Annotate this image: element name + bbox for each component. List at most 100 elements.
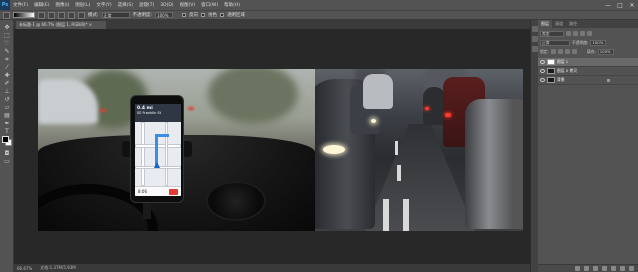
adjustment-filter-icon[interactable] xyxy=(573,31,578,36)
air-vent-shape xyxy=(206,181,266,221)
type-tool-icon[interactable]: T xyxy=(3,128,11,135)
menu-layer[interactable]: 图层(L) xyxy=(72,2,93,8)
brush-tool-icon[interactable]: ✐ xyxy=(3,80,11,87)
delete-layer-icon[interactable] xyxy=(629,266,634,271)
options-bar: 模式: 正常 不透明度: 100% 反向 仿色 透明区域 xyxy=(0,10,638,20)
diamond-gradient-icon[interactable] xyxy=(78,11,85,19)
lock-icon xyxy=(606,78,610,82)
opacity-input[interactable]: 100% xyxy=(155,12,174,18)
layer-kind-filter[interactable]: 类型 xyxy=(540,30,564,37)
layer-row[interactable]: 背景 xyxy=(538,76,638,85)
type-filter-icon[interactable] xyxy=(580,31,585,36)
menu-edit[interactable]: 编辑(E) xyxy=(31,2,52,8)
smartphone: 0.4 mi SE Franklin St 8:06 xyxy=(130,95,184,203)
layer-thumbnail xyxy=(547,77,555,83)
crop-tool-icon[interactable]: ⌗ xyxy=(3,56,11,63)
panel-icon-strip xyxy=(530,20,538,272)
dither-checkbox[interactable] xyxy=(201,13,206,17)
quick-mask-icon[interactable]: ◘ xyxy=(3,150,11,157)
history-brush-tool-icon[interactable]: ↺ xyxy=(3,96,11,103)
reverse-label: 反向 xyxy=(189,13,199,18)
layer-row[interactable]: 图层 1 xyxy=(538,58,638,67)
document-info: 文档:1.37M/5.93M xyxy=(40,265,76,270)
document-canvas[interactable]: 0.4 mi SE Franklin St 8:06 xyxy=(38,69,523,231)
minimize-icon[interactable]: — xyxy=(602,0,614,10)
menu-type[interactable]: 文字(Y) xyxy=(93,2,114,8)
quick-select-tool-icon[interactable]: ✎ xyxy=(3,48,11,55)
lock-transparent-icon[interactable] xyxy=(550,49,556,54)
document-tab[interactable]: 未标题-1 @ 66.7% (图层 1, RGB/8)* × xyxy=(16,21,106,29)
new-group-icon[interactable] xyxy=(611,266,616,271)
shape-filter-icon[interactable] xyxy=(587,31,592,36)
screen-mode-icon[interactable]: ▭ xyxy=(3,158,11,165)
layer-opacity-input[interactable]: 100% xyxy=(590,39,607,46)
lock-all-icon[interactable] xyxy=(571,49,577,54)
menu-select[interactable]: 选择(S) xyxy=(115,2,136,8)
menu-image[interactable]: 图像(I) xyxy=(52,2,72,8)
gradient-picker[interactable] xyxy=(13,12,35,18)
filter-row: 类型 xyxy=(540,30,592,37)
tab-channels[interactable]: 通道 xyxy=(552,20,566,28)
headlight-shape xyxy=(371,119,376,123)
angle-gradient-icon[interactable] xyxy=(58,11,65,19)
visibility-eye-icon[interactable] xyxy=(540,78,545,82)
menu-file[interactable]: 文件(F) xyxy=(10,2,31,8)
reflected-gradient-icon[interactable] xyxy=(68,11,75,19)
car-interior-photo: 0.4 mi SE Franklin St 8:06 xyxy=(38,69,315,231)
visibility-eye-icon[interactable] xyxy=(540,69,545,73)
blend-row: 正常 不透明度: 100% xyxy=(540,39,607,46)
menu-filter[interactable]: 滤镜(T) xyxy=(136,2,157,8)
move-tool-icon[interactable]: ✥ xyxy=(3,24,11,31)
fill-input[interactable]: 100% xyxy=(597,48,614,55)
tail-light-shape xyxy=(445,113,451,117)
layer-style-icon[interactable] xyxy=(584,266,589,271)
linear-gradient-icon[interactable] xyxy=(38,11,45,19)
radial-gradient-icon[interactable] xyxy=(48,11,55,19)
lock-row: 锁定: 填充: 100% xyxy=(540,48,614,55)
adjustment-layer-icon[interactable] xyxy=(602,266,607,271)
lock-position-icon[interactable] xyxy=(564,49,570,54)
foreground-color-swatch[interactable] xyxy=(2,136,9,143)
map-road xyxy=(141,122,145,186)
eyedropper-tool-icon[interactable]: ⁄ xyxy=(3,64,11,71)
add-mask-icon[interactable] xyxy=(593,266,598,271)
link-layers-icon[interactable] xyxy=(575,266,580,271)
menu-window[interactable]: 窗口(W) xyxy=(198,2,221,8)
new-layer-icon[interactable] xyxy=(620,266,625,271)
lock-image-icon[interactable] xyxy=(557,49,563,54)
pixel-filter-icon[interactable] xyxy=(566,31,571,36)
close-icon[interactable]: ✕ xyxy=(626,0,638,10)
tail-light-shape xyxy=(100,109,106,112)
lasso-tool-icon[interactable]: ➰ xyxy=(3,40,11,47)
headlight-shape xyxy=(323,145,345,154)
menu-view[interactable]: 视图(V) xyxy=(177,2,199,8)
menu-help[interactable]: 帮助(H) xyxy=(221,2,243,8)
zoom-level[interactable]: 66.67% xyxy=(17,266,32,271)
blend-mode-select[interactable]: 正常 xyxy=(540,39,570,46)
gradient-tool-icon[interactable] xyxy=(3,11,10,19)
healing-brush-tool-icon[interactable]: ✚ xyxy=(3,72,11,79)
panel-tabs: 图层 通道 路径 xyxy=(538,20,638,28)
transparency-checkbox[interactable] xyxy=(220,13,225,17)
end-route-button xyxy=(169,189,178,195)
maximize-icon[interactable]: □ xyxy=(614,0,626,10)
tab-layers[interactable]: 图层 xyxy=(538,20,552,28)
lane-marking xyxy=(383,199,389,231)
layer-row[interactable]: 图层 0 拷贝 xyxy=(538,67,638,76)
reverse-checkbox[interactable] xyxy=(182,13,187,17)
car-shape xyxy=(363,74,393,109)
pen-tool-icon[interactable]: ✒ xyxy=(3,120,11,127)
car-shape xyxy=(423,87,445,125)
clone-stamp-tool-icon[interactable]: ⊥ xyxy=(3,88,11,95)
tab-paths[interactable]: 路径 xyxy=(566,20,580,28)
lock-label: 锁定: xyxy=(540,48,549,54)
mode-select[interactable]: 正常 xyxy=(101,12,130,18)
eraser-tool-icon[interactable]: ▱ xyxy=(3,104,11,111)
marquee-tool-icon[interactable]: ⬚ xyxy=(3,32,11,39)
menu-3d[interactable]: 3D(D) xyxy=(157,3,176,8)
gradient-tool-icon[interactable]: ▤ xyxy=(3,112,11,119)
visibility-eye-icon[interactable] xyxy=(540,60,545,64)
tree-shape xyxy=(208,69,298,124)
canvas-workspace[interactable]: 0.4 mi SE Franklin St 8:06 xyxy=(14,29,530,264)
menu-bar: Ps 文件(F) 编辑(E) 图像(I) 图层(L) 文字(Y) 选择(S) 滤… xyxy=(0,0,638,10)
